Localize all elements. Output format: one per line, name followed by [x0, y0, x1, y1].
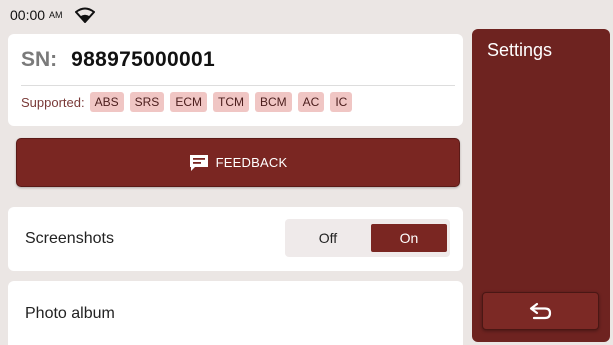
feedback-label: FEEDBACK — [215, 155, 288, 170]
divider — [21, 85, 455, 86]
supported-label: Supported: — [21, 94, 85, 110]
system-tag-tcm: TCM — [212, 92, 249, 112]
device-info-card: SN: 988975000001 Supported: ABS SRS ECM … — [8, 34, 463, 126]
side-panel-title: Settings — [487, 40, 553, 60]
status-time: 00:00 — [10, 7, 46, 23]
system-tag-ac: AC — [297, 92, 325, 112]
sn-label: SN: — [21, 48, 58, 71]
toggle-on-option[interactable]: On — [371, 224, 447, 252]
photo-album-row[interactable]: Photo album — [8, 281, 463, 345]
status-ampm: AM — [49, 10, 63, 20]
feedback-button[interactable]: FEEDBACK — [16, 138, 460, 187]
system-tag-bcm: BCM — [254, 92, 292, 112]
wifi-icon — [74, 7, 95, 23]
message-icon — [189, 154, 208, 171]
photo-album-label: Photo album — [25, 305, 115, 322]
supported-systems-row: Supported: ABS SRS ECM TCM BCM AC IC — [21, 92, 358, 112]
sn-value: 988975000001 — [71, 48, 215, 71]
side-panel: Settings — [472, 29, 610, 342]
screenshots-setting-row: Screenshots Off On — [8, 207, 463, 271]
system-tag-srs: SRS — [129, 92, 165, 112]
status-bar: 00:00 AM — [0, 0, 613, 30]
system-tag-abs: ABS — [89, 92, 124, 112]
back-button[interactable] — [482, 292, 599, 330]
system-tag-ecm: ECM — [170, 92, 207, 112]
screenshots-label: Screenshots — [25, 230, 114, 247]
serial-number-row: SN: 988975000001 — [21, 48, 215, 72]
return-arrow-icon — [529, 302, 551, 320]
system-tag-ic: IC — [330, 92, 353, 112]
screenshots-toggle: Off On — [285, 219, 450, 257]
toggle-off-option[interactable]: Off — [287, 224, 369, 252]
